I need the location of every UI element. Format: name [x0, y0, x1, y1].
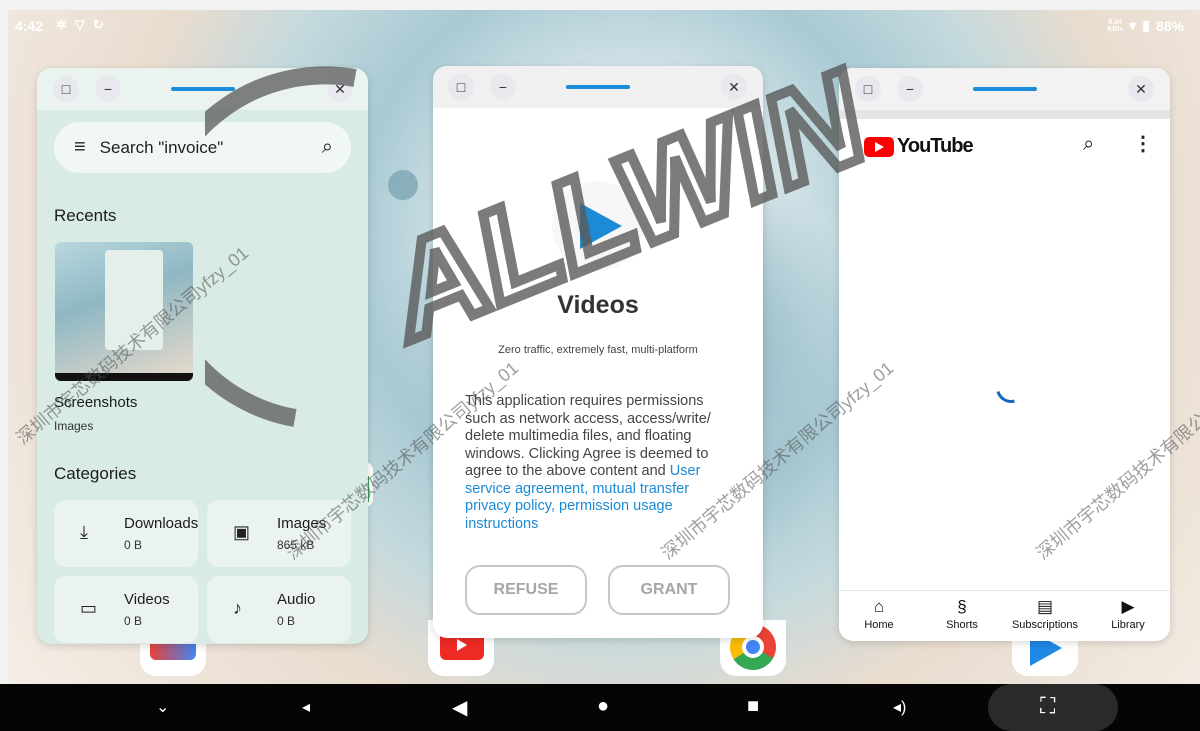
- watermark-brand-text: ALLWIN: [364, 43, 886, 367]
- library-icon: ▶: [1121, 597, 1135, 616]
- battery-percent: 88%: [1155, 17, 1184, 34]
- nav-home[interactable]: ⌂ Home: [839, 591, 919, 631]
- shorts-icon: §: [957, 597, 967, 616]
- refuse-button[interactable]: REFUSE: [465, 565, 587, 615]
- category-size: 0 B: [124, 538, 143, 552]
- image-icon: ▣: [233, 522, 251, 542]
- category-size: 0 B: [124, 614, 143, 628]
- drag-handle[interactable]: [973, 87, 1037, 91]
- shield-icon: ▽: [74, 17, 93, 32]
- minimize-button[interactable]: −: [95, 76, 121, 102]
- category-name: Downloads: [124, 515, 199, 532]
- category-size: 0 B: [277, 614, 296, 628]
- category-name: Audio: [277, 591, 316, 608]
- volume-down-icon[interactable]: ◂: [302, 697, 310, 717]
- nav-shorts[interactable]: § Shorts: [922, 591, 1002, 631]
- subscriptions-icon: ▤: [1036, 597, 1054, 616]
- back-icon[interactable]: ◀: [452, 695, 467, 720]
- system-nav-bar: ⌄ ◂ ◀ ● ■ ◂) ⛶: [0, 684, 1200, 731]
- close-button[interactable]: ✕: [1128, 76, 1154, 102]
- category-downloads[interactable]: ⤓ Downloads 0 B: [54, 500, 198, 567]
- home-circle-icon[interactable]: ●: [597, 695, 609, 718]
- grant-button[interactable]: GRANT: [608, 565, 730, 615]
- nav-library[interactable]: ▶ Library: [1088, 591, 1168, 631]
- categories-heading: Categories: [54, 464, 137, 483]
- sync-icon: ↻: [92, 17, 112, 32]
- volume-up-icon[interactable]: ◂): [893, 697, 906, 717]
- search-icon[interactable]: ⌕: [1083, 133, 1094, 156]
- download-icon: ⤓: [80, 522, 88, 542]
- wifi-icon: ▾: [1129, 17, 1137, 33]
- chevron-down-icon[interactable]: ⌄: [156, 697, 169, 717]
- nav-subscriptions[interactable]: ▤ Subscriptions: [1005, 591, 1085, 631]
- status-icons: ✲▽↻: [56, 17, 112, 33]
- recents-square-icon[interactable]: ■: [747, 695, 759, 718]
- category-name: Videos: [124, 591, 170, 608]
- video-icon: ▭: [80, 598, 98, 618]
- gear-icon: ✲: [56, 17, 75, 32]
- status-time: 4:42: [15, 18, 44, 34]
- category-videos[interactable]: ▭ Videos 0 B: [54, 576, 198, 643]
- minus-icon: −: [103, 81, 113, 97]
- recents-heading: Recents: [54, 206, 117, 225]
- net-speed: 6.04 KB/s: [1107, 18, 1124, 33]
- square-icon: □: [61, 81, 71, 97]
- bottom-navigation: ⌂ Home § Shorts ▤ Subscriptions ▶ Library: [839, 590, 1170, 641]
- brand-watermark: ALLWIN: [205, 38, 892, 427]
- screenshot-button[interactable]: ⛶: [988, 684, 1118, 731]
- battery-icon: ▮: [1142, 17, 1150, 33]
- menu-icon[interactable]: ≡: [74, 136, 86, 159]
- music-note-icon: ♪: [233, 598, 242, 618]
- more-options-icon[interactable]: ⋮: [1133, 131, 1153, 156]
- close-icon: ✕: [1135, 80, 1147, 97]
- status-right: 6.04 KB/s ▾ ▮ 88%: [1107, 17, 1184, 34]
- screen: 4:42 ✲▽↻ 6.04 KB/s ▾ ▮ 88% □ − ✕ ≡ Searc…: [0, 0, 1200, 731]
- maximize-button[interactable]: □: [53, 76, 79, 102]
- home-icon: ⌂: [873, 597, 885, 616]
- screenshot-icon: ⛶: [1040, 693, 1056, 718]
- loading-spinner: [990, 367, 1032, 409]
- category-audio[interactable]: ♪ Audio 0 B: [207, 576, 351, 643]
